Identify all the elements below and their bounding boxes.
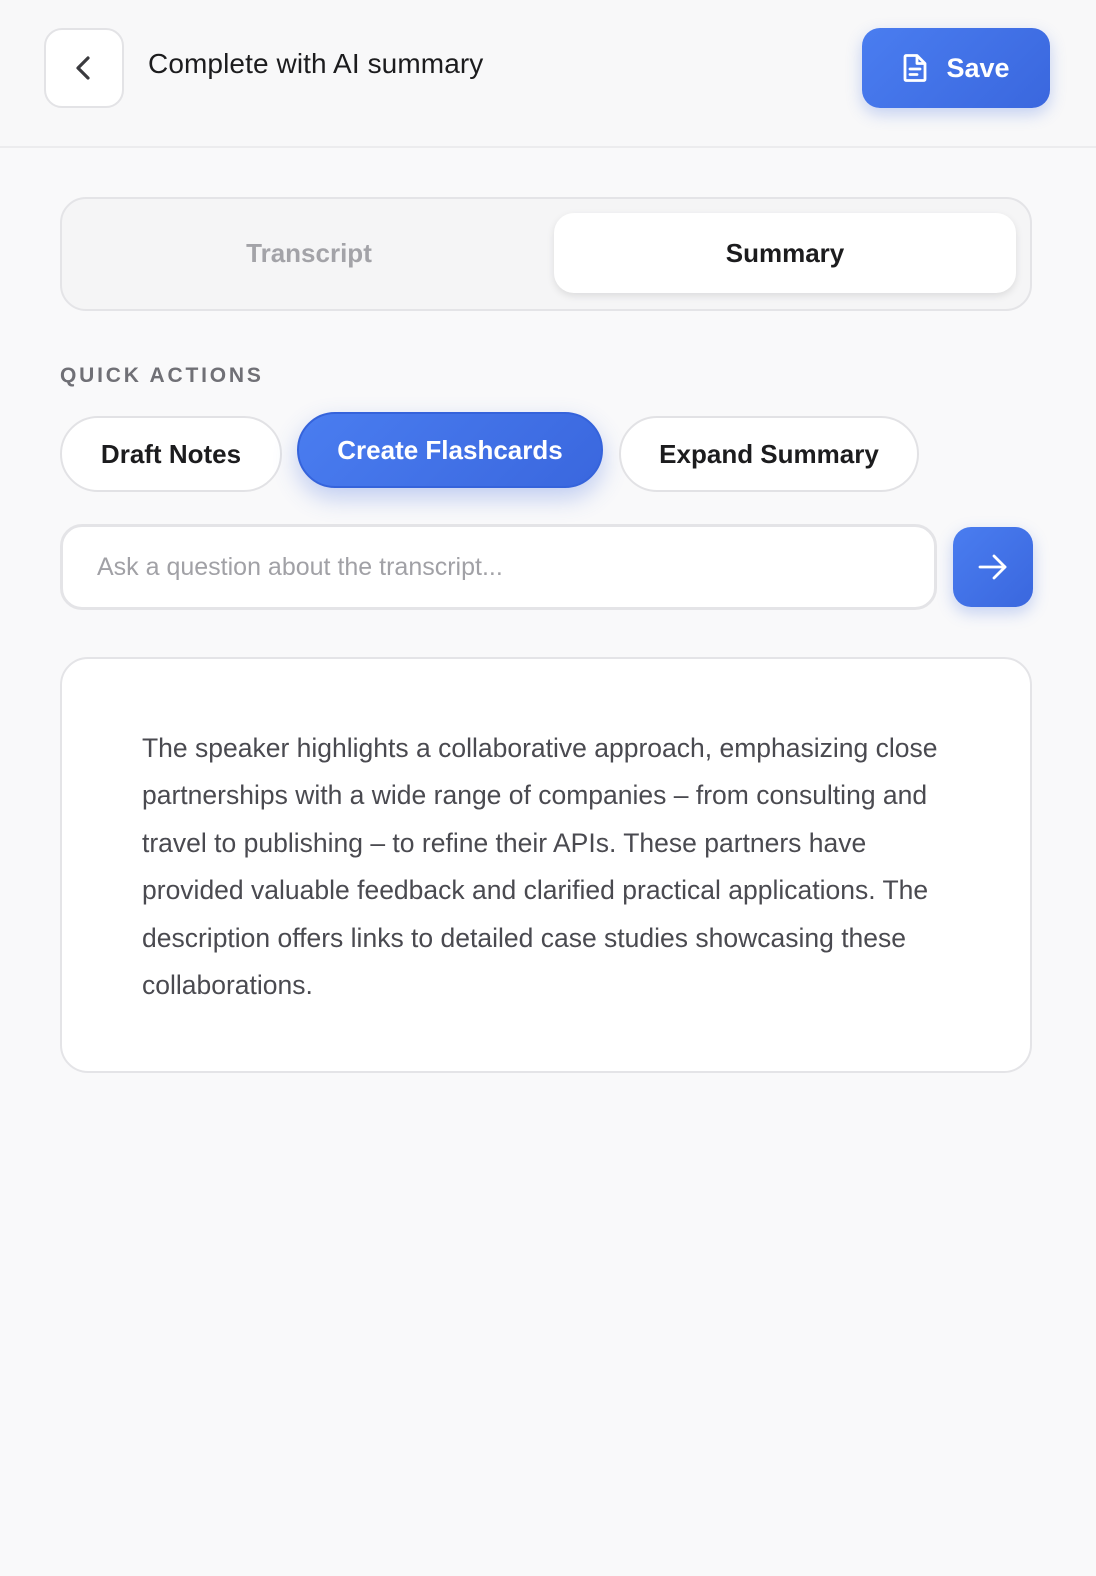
create-flashcards-button[interactable]: Create Flashcards xyxy=(297,412,603,488)
chevron-left-icon xyxy=(70,54,98,82)
save-button[interactable]: Save xyxy=(862,28,1050,108)
page-title: Complete with AI summary xyxy=(148,48,484,79)
summary-text: The speaker highlights a collaborative a… xyxy=(142,733,938,1001)
expand-summary-button[interactable]: Expand Summary xyxy=(619,416,919,492)
draft-notes-button[interactable]: Draft Notes xyxy=(60,416,282,492)
top-bar: Complete with AI summary Save xyxy=(0,0,1096,148)
document-icon xyxy=(902,54,928,82)
send-button[interactable] xyxy=(953,527,1033,607)
arrow-right-icon xyxy=(977,551,1009,583)
summary-card: The speaker highlights a collaborative a… xyxy=(60,657,1032,1073)
save-button-label: Save xyxy=(946,52,1010,83)
quick-actions-heading: QUICK ACTIONS xyxy=(60,364,264,387)
back-button[interactable] xyxy=(44,28,124,108)
view-toggle: Transcript Summary xyxy=(60,197,1032,311)
question-input[interactable] xyxy=(60,524,937,610)
tab-transcript[interactable]: Transcript xyxy=(76,213,542,293)
tab-summary[interactable]: Summary xyxy=(554,213,1016,293)
